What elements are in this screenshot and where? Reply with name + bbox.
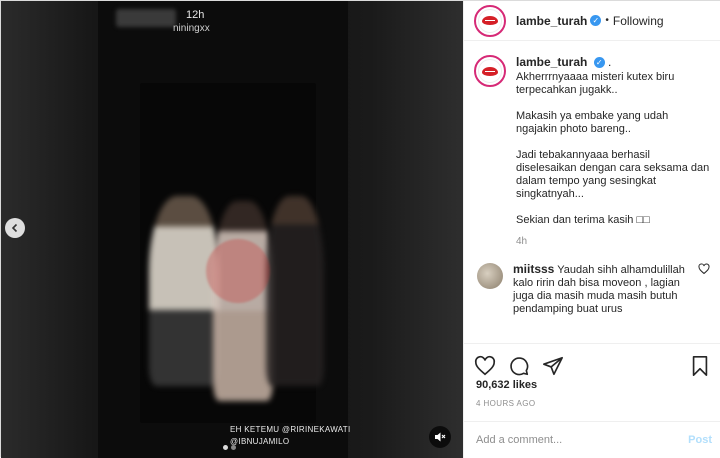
action-bar: [464, 343, 720, 379]
story-username: niningxx: [173, 23, 210, 34]
verified-badge-icon: ✓: [590, 15, 602, 26]
caption-paragraph: Sekian dan terima kasih □□: [516, 214, 650, 226]
instagram-post: 12h niningxx EH KETEMU @RIRINEKAWATI @IB…: [0, 0, 720, 458]
following-button[interactable]: Following: [613, 14, 664, 28]
post-timestamp[interactable]: 4 HOURS AGO: [476, 399, 536, 408]
like-button[interactable]: [474, 355, 496, 377]
previous-button[interactable]: [5, 218, 25, 238]
blurred-username: [116, 9, 176, 27]
comment-item: miitsss Yaudah sihh alhamdulillah kalo r…: [474, 263, 712, 316]
chevron-left-icon: [11, 223, 18, 233]
avatar[interactable]: [474, 4, 506, 37]
share-button[interactable]: [542, 355, 564, 377]
verified-badge-icon: ✓: [593, 57, 605, 69]
caption-time[interactable]: 4h: [516, 236, 712, 247]
caption-paragraph: Makasih ya embake yang udah ngajakin pho…: [516, 110, 669, 135]
save-button[interactable]: [690, 355, 710, 377]
separator-dot: •: [605, 15, 609, 26]
story-time: 12h: [186, 9, 205, 21]
caption-paragraph: Akherrrnyaaaa misteri kutex biru terpeca…: [516, 71, 675, 96]
caption: lambe_turah ✓ . Akherrrnyaaaa misteri ku…: [474, 55, 712, 247]
carousel-dots: [223, 445, 236, 450]
bookmark-icon: [692, 355, 708, 376]
post-header: lambe_turah ✓ • Following: [464, 1, 720, 41]
story-caption: EH KETEMU @RIRINEKAWATI @IBNUJAMILO: [230, 424, 351, 448]
paper-plane-icon: [543, 356, 563, 375]
photo-person-left: [149, 196, 219, 386]
likes-count[interactable]: 90,632 likes: [476, 379, 537, 391]
comment-avatar[interactable]: [477, 263, 503, 289]
comment-bubble-icon: [510, 356, 529, 375]
post-button[interactable]: Post: [688, 434, 712, 446]
comment-input[interactable]: [476, 434, 689, 446]
story-caption-line-2: @IBNUJAMILO: [230, 437, 290, 446]
heart-icon: [474, 355, 496, 375]
comments-section[interactable]: lambe_turah ✓ . Akherrrnyaaaa misteri ku…: [464, 41, 720, 343]
lips-watermark: [206, 239, 270, 303]
muted-speaker-icon: [435, 432, 446, 442]
carousel-dot: [231, 445, 236, 450]
post-media[interactable]: 12h niningxx EH KETEMU @RIRINEKAWATI @IB…: [1, 1, 463, 458]
header-username[interactable]: lambe_turah: [516, 14, 587, 28]
caption-avatar[interactable]: [474, 55, 506, 87]
caption-paragraph: Jadi tebakannyaaa berhasil diselesaikan …: [516, 149, 710, 200]
heart-icon[interactable]: [698, 263, 710, 275]
lips-logo-icon: [482, 16, 498, 25]
carousel-dot: [223, 445, 228, 450]
lips-logo-icon: [482, 66, 498, 76]
post-side-panel: lambe_turah ✓ • Following lambe_turah ✓ …: [463, 1, 720, 458]
comment-button[interactable]: [508, 355, 530, 377]
mute-button[interactable]: [429, 426, 451, 448]
caption-suffix: .: [608, 55, 612, 69]
story-caption-line-1: EH KETEMU @RIRINEKAWATI: [230, 425, 351, 434]
caption-username[interactable]: lambe_turah: [516, 55, 587, 69]
caption-text: Akherrrnyaaaa misteri kutex biru terpeca…: [516, 71, 712, 227]
add-comment-bar: Post: [464, 421, 720, 458]
photo-person-right: [266, 196, 324, 386]
comment-username[interactable]: miitsss: [513, 262, 554, 276]
